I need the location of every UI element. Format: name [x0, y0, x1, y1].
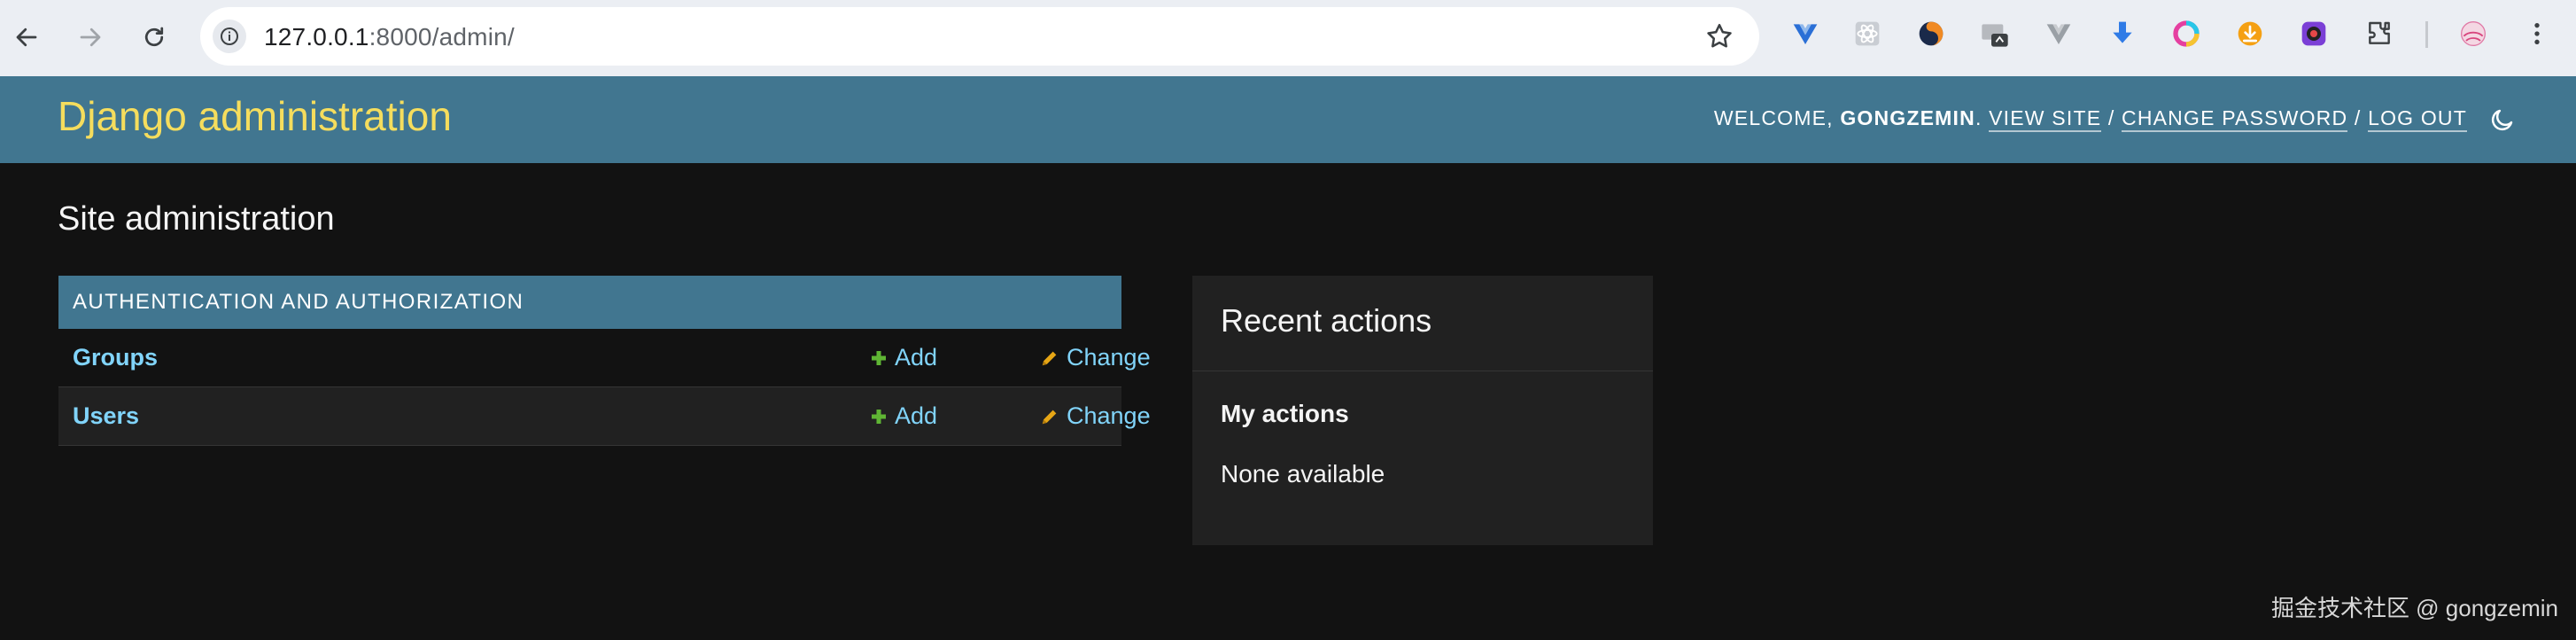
url-path: :8000/admin/ — [369, 23, 515, 51]
add-label: Add — [895, 344, 938, 371]
change-groups-button[interactable]: Change — [1040, 344, 1151, 371]
pencil-icon — [1042, 351, 1057, 365]
welcome-period: . — [1975, 106, 1982, 129]
url-text: 127.0.0.1:8000/admin/ — [264, 23, 515, 51]
info-icon — [221, 27, 238, 45]
site-header: Django administration WELCOME, GONGZEMIN… — [0, 76, 2576, 163]
table-row: Users Add Change — [58, 387, 1151, 446]
back-button[interactable] — [7, 18, 46, 57]
browser-toolbar: 127.0.0.1:8000/admin/ — [0, 0, 2576, 76]
watermark: 掘金技术社区 @ gongzemin — [2270, 595, 2558, 621]
forward-button[interactable] — [71, 18, 110, 57]
star-icon[interactable] — [1704, 21, 1734, 51]
add-groups-button[interactable]: Add — [870, 344, 937, 371]
my-actions-heading: My actions — [1221, 400, 1349, 427]
app-module-auth: AUTHENTICATION AND AUTHORIZATION Groups … — [58, 276, 1151, 446]
extensions-icon[interactable] — [2363, 18, 2395, 50]
vue-gray-icon[interactable] — [2043, 18, 2075, 50]
view-site-link[interactable]: VIEW SITE — [1989, 106, 2102, 132]
download-arrow-icon[interactable] — [2107, 18, 2138, 50]
orange-download-icon[interactable] — [2234, 18, 2266, 50]
reload-icon — [144, 27, 164, 47]
back-icon — [16, 27, 37, 47]
user-tools: WELCOME, GONGZEMIN. VIEW SITE / CHANGE P… — [1713, 106, 2467, 132]
username: GONGZEMIN — [1840, 106, 1975, 129]
log-out-link[interactable]: LOG OUT — [2368, 106, 2467, 132]
site-info-button[interactable] — [213, 20, 246, 53]
url-host: 127.0.0.1 — [264, 23, 369, 51]
change-label: Change — [1067, 402, 1151, 429]
reload-button[interactable] — [135, 18, 174, 57]
separator: / — [2101, 106, 2122, 129]
module-caption[interactable]: AUTHENTICATION AND AUTHORIZATION — [58, 276, 1121, 329]
recent-actions-title: Recent actions — [1221, 302, 1432, 339]
empty-state-text: None available — [1221, 460, 1385, 488]
page-title: Site administration — [58, 200, 335, 238]
react-devtools-icon[interactable] — [1851, 18, 1883, 50]
separator: / — [2347, 106, 2369, 129]
colorpick-icon[interactable] — [2298, 18, 2330, 50]
mail-extension-icon[interactable] — [1979, 18, 2011, 50]
toolbar-divider — [2425, 21, 2428, 48]
pencil-icon — [1042, 410, 1057, 424]
vue-devtools-icon[interactable] — [1789, 18, 1821, 50]
model-link-groups[interactable]: Groups — [73, 344, 158, 371]
address-bar[interactable]: 127.0.0.1:8000/admin/ — [200, 7, 1759, 66]
color-wheel-icon[interactable] — [2170, 18, 2202, 50]
change-label: Change — [1067, 344, 1151, 371]
dark-reader-icon[interactable] — [1915, 18, 1947, 50]
welcome-text: WELCOME, — [1713, 106, 1841, 129]
profile-avatar-icon[interactable] — [2457, 18, 2489, 50]
model-link-users[interactable]: Users — [73, 402, 139, 430]
change-users-button[interactable]: Change — [1040, 402, 1151, 430]
recent-actions-panel: Recent actions My actions None available — [1192, 276, 1653, 545]
plus-icon — [872, 409, 886, 424]
menu-icon[interactable] — [2521, 18, 2553, 50]
site-branding[interactable]: Django administration — [58, 92, 452, 140]
theme-toggle-moon-icon[interactable] — [2489, 106, 2516, 133]
forward-icon — [80, 27, 101, 47]
table-row: Groups Add Change — [58, 329, 1151, 387]
change-password-link[interactable]: CHANGE PASSWORD — [2122, 106, 2348, 132]
add-users-button[interactable]: Add — [870, 402, 937, 430]
plus-icon — [872, 350, 886, 365]
add-label: Add — [895, 402, 938, 429]
